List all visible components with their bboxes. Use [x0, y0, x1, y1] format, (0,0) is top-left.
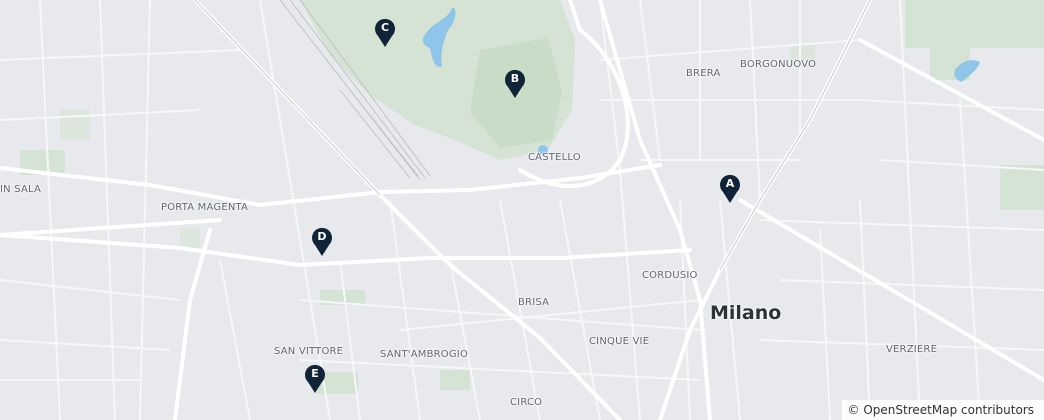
marker-label: E: [311, 367, 319, 380]
park-giardini: [905, 0, 1044, 48]
marker-label: C: [380, 21, 390, 34]
map-marker-a[interactable]: A: [718, 174, 742, 204]
map-base-layer: [0, 0, 1044, 420]
marker-label: A: [725, 177, 735, 190]
label-castello: CASTELLO: [528, 152, 581, 163]
label-santambrogio: SANT'AMBROGIO: [380, 349, 469, 360]
map-marker-d[interactable]: D: [310, 227, 334, 257]
label-circo: CIRCO: [510, 397, 543, 408]
map-marker-c[interactable]: C: [373, 18, 397, 48]
label-brera: BRERA: [686, 68, 721, 79]
label-in-sala: IN SALA: [0, 184, 42, 195]
map-marker-b[interactable]: B: [503, 69, 527, 99]
label-cordusio: CORDUSIO: [642, 270, 698, 281]
map-canvas[interactable]: BRERA BORGONUOVO CASTELLO PORTA MAGENTA …: [0, 0, 1044, 420]
label-san-vittore: SAN VITTORE: [274, 346, 344, 357]
marker-label: B: [510, 72, 520, 85]
marker-label: D: [317, 230, 327, 243]
label-cinque-vie: CINQUE VIE: [589, 336, 650, 347]
label-brisa: BRISA: [518, 297, 550, 308]
map-marker-e[interactable]: E: [303, 364, 327, 394]
label-porta-magenta: PORTA MAGENTA: [161, 202, 249, 213]
label-verziere: VERZIERE: [886, 344, 938, 355]
city-label-milano: Milano: [710, 302, 782, 324]
label-borgonuovo: BORGONUOVO: [740, 59, 817, 70]
map-attribution[interactable]: © OpenStreetMap contributors: [841, 400, 1044, 420]
